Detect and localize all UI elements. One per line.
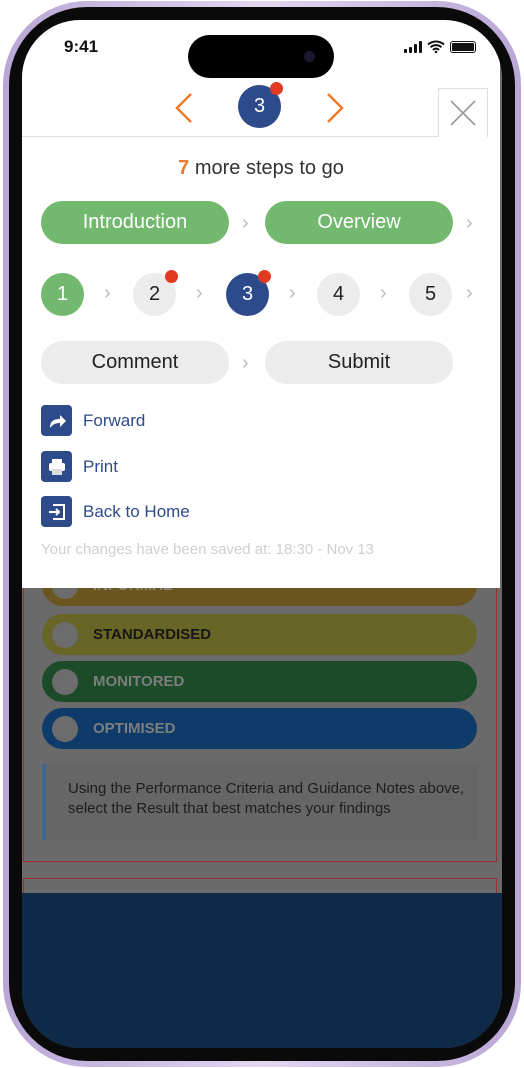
print-action[interactable]: Print (41, 451, 118, 482)
action-label: Back to Home (83, 501, 190, 521)
flag-dot (258, 270, 271, 283)
flag-dot (165, 270, 178, 283)
signal-icon (404, 40, 422, 53)
remaining-text: more steps to go (194, 157, 344, 179)
flag-dot (270, 82, 283, 95)
step-1[interactable]: 1 (41, 273, 84, 316)
close-button[interactable] (438, 88, 488, 137)
prev-step-button[interactable] (174, 92, 194, 133)
guidance-note: Using the Performance Criteria and Guida… (42, 764, 479, 840)
remaining-count: 7 (178, 157, 190, 179)
dynamic-island (188, 35, 334, 78)
chevron-right-icon: › (242, 212, 249, 234)
chevron-right-icon: › (380, 282, 387, 304)
forward-action[interactable]: Forward (41, 405, 145, 436)
comment-button[interactable]: Comment (41, 341, 229, 384)
step-5[interactable]: 5 (409, 273, 452, 316)
result-label: OPTIMISED (93, 720, 176, 737)
current-step-badge: 3 (238, 82, 283, 128)
step-4[interactable]: 4 (317, 273, 360, 316)
print-icon (41, 451, 72, 482)
radio-icon[interactable] (52, 715, 78, 742)
footer-area (22, 893, 502, 1048)
chevron-right-icon: › (196, 282, 203, 304)
screen: INFORMAL STANDARDISED MONITORED OPTIMISE… (22, 20, 502, 1048)
step-2[interactable]: 2 (133, 270, 178, 316)
action-label: Forward (83, 410, 146, 430)
camera-icon (304, 51, 315, 62)
back-to-home-action[interactable]: Back to Home (41, 496, 190, 527)
chevron-right-icon: › (104, 282, 111, 304)
header-divider (22, 136, 438, 137)
radio-icon[interactable] (52, 621, 78, 648)
step-3[interactable]: 3 (226, 270, 271, 316)
section-introduction[interactable]: Introduction (41, 201, 229, 244)
chevron-right-icon: › (289, 282, 296, 304)
radio-icon[interactable] (52, 668, 78, 695)
result-monitored[interactable]: MONITORED (42, 661, 477, 702)
next-step-button[interactable] (325, 92, 345, 133)
result-label: STANDARDISED (93, 626, 212, 643)
status-time: 9:41 (64, 37, 99, 56)
chevron-left-icon (175, 93, 192, 123)
chevron-right-icon: › (242, 352, 249, 374)
section-overview[interactable]: Overview (265, 201, 453, 244)
exit-icon (41, 496, 72, 527)
wifi-icon (427, 40, 445, 53)
result-optimised[interactable]: OPTIMISED (42, 708, 477, 749)
saved-status: Your changes have been saved at: 18:30 -… (41, 541, 375, 558)
chevron-right-icon: › (466, 282, 473, 304)
result-standardised[interactable]: STANDARDISED (42, 614, 477, 655)
submit-button[interactable]: Submit (265, 341, 453, 384)
battery-icon (450, 40, 476, 53)
steps-remaining: 7 more steps to go (22, 157, 500, 180)
result-label: MONITORED (93, 673, 185, 690)
status-icons (404, 40, 476, 53)
step-navigator-panel: 9:41 3 7 more steps to go Introduction ›… (22, 20, 500, 588)
chevron-right-icon: › (466, 212, 473, 234)
close-icon (450, 100, 476, 126)
action-label: Print (83, 456, 118, 476)
forward-icon (41, 405, 72, 436)
chevron-right-icon (327, 93, 344, 123)
